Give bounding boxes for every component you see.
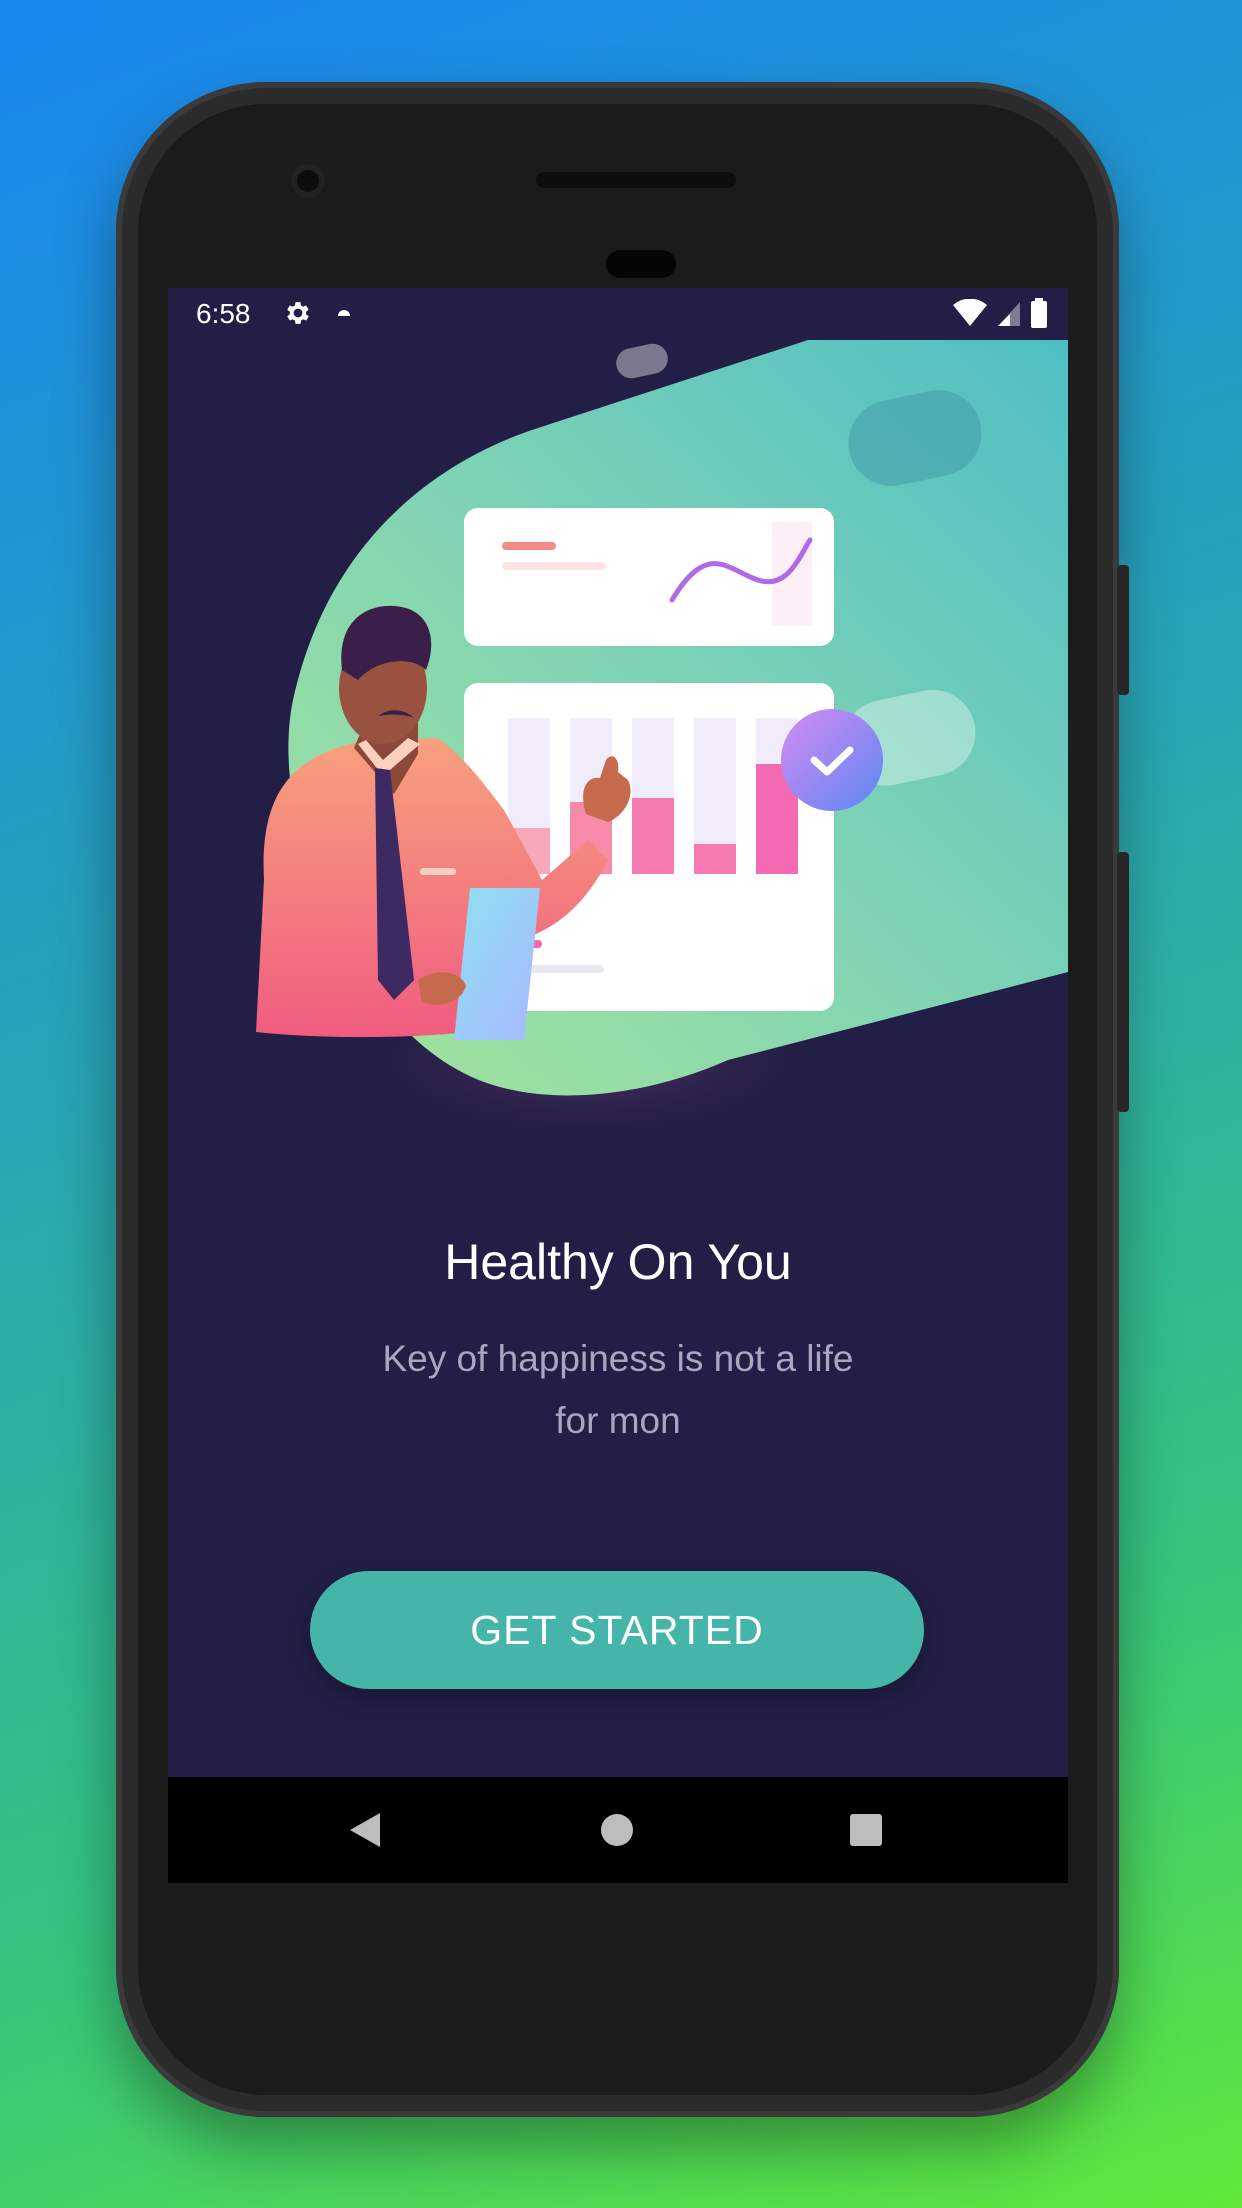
onboarding-title: Healthy On You — [444, 1234, 792, 1290]
wifi-icon — [953, 299, 987, 326]
status-bar: 6:58 — [168, 288, 1068, 340]
volume-button — [1117, 565, 1129, 695]
system-nav-bar — [168, 1777, 1068, 1883]
proximity-sensor — [606, 250, 676, 278]
back-icon[interactable] — [348, 1811, 382, 1849]
get-started-button[interactable]: GET STARTED — [310, 1571, 924, 1689]
status-time: 6:58 — [196, 298, 251, 329]
power-button — [1117, 852, 1129, 1112]
notification-dot-icon — [338, 310, 350, 316]
battery-icon — [1031, 298, 1047, 328]
gear-icon — [287, 302, 309, 324]
home-icon[interactable] — [601, 1814, 633, 1846]
onboarding-illustration — [256, 340, 1068, 1150]
recents-icon[interactable] — [850, 1814, 882, 1846]
onboarding-subtitle: Key of happiness is not a life for mon — [382, 1338, 854, 1441]
front-camera — [291, 164, 325, 198]
status-icons — [952, 298, 1048, 328]
signal-icon — [998, 302, 1020, 326]
app-screen: 6:58 Healthy On You Key of happiness is … — [168, 288, 1068, 1777]
earpiece-speaker — [536, 172, 736, 188]
